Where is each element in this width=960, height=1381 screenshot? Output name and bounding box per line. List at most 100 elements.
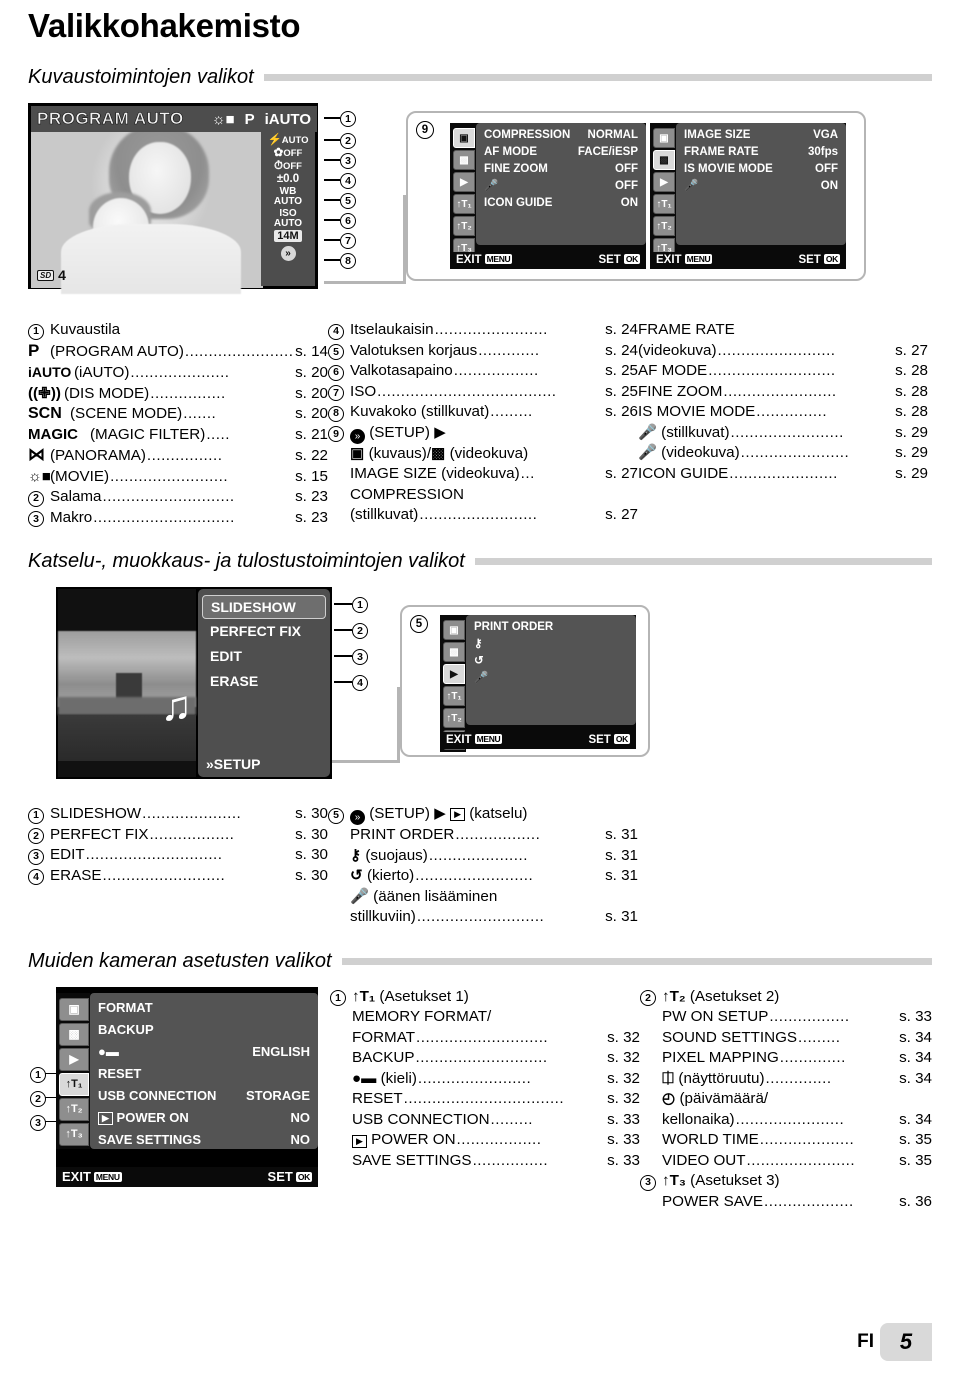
menu-row[interactable]: SAVE SETTINGS NO [98, 1129, 310, 1151]
tab-movie-camera[interactable]: ▩ [443, 642, 465, 663]
callout-5: 5 [340, 193, 356, 210]
list-item: FINE ZOOM........................ s. 28 [638, 382, 928, 400]
playback-icon: ▶ [352, 1135, 367, 1149]
menu-item-perfect-fix[interactable]: PERFECT FIX [198, 619, 330, 644]
tab-still-camera[interactable]: ▣ [443, 620, 465, 641]
list-item: 3 EDIT............................. s. 30 [28, 845, 328, 866]
list-item: ◴ (päivämäärä/ [662, 1090, 769, 1108]
still-camera-icon: ▣ [350, 444, 365, 462]
list-item: 3 Makro.............................. s. 2… [28, 508, 328, 529]
tab-movie-camera[interactable]: ▩ [59, 1022, 89, 1046]
mic-icon: 🎤 [350, 887, 369, 905]
macro-setting: ✿OFF [273, 147, 303, 160]
menu-row[interactable]: FRAME RATE 30fps [684, 144, 838, 161]
tab-playback[interactable]: ▶ [443, 664, 465, 685]
list-item: ☼■ (MOVIE)......................... s. 15 [28, 467, 328, 488]
list-item: WORLD TIME.................... s. 35 [662, 1131, 932, 1149]
menu-item-setup[interactable]: »SETUP [206, 756, 260, 772]
menu-row[interactable]: 🎤 ON [684, 178, 838, 195]
list-item: SCN (SCENE MODE)....... s. 20 [28, 405, 328, 423]
menu-row[interactable]: ↺ [474, 653, 628, 670]
menu-item-slideshow[interactable]: SLIDESHOW [202, 595, 326, 620]
menu-row[interactable]: COMPRESSION NORMAL [484, 127, 638, 144]
playback-icon: ▶ [98, 1111, 113, 1125]
tab-still-camera[interactable]: ▣ [453, 128, 475, 149]
tab-settings-3[interactable]: ↑T₃ [59, 1122, 89, 1146]
list-item: IS MOVIE MODE............... s. 28 [638, 403, 928, 421]
menu-row[interactable]: IMAGE SIZE VGA [684, 127, 838, 144]
tab-settings-1[interactable]: ↑T₁ [453, 194, 475, 215]
menu-footer-movie: EXIT MENU SET OK [650, 252, 846, 270]
tab-still-camera[interactable]: ▣ [653, 128, 675, 149]
list-item: ⚷ (suojaus)..................... s. 31 [328, 846, 638, 867]
tab-settings-2[interactable]: ↑T₂ [653, 216, 675, 237]
tab-settings-2[interactable]: ↑T₂ [443, 708, 465, 729]
lcd-preview-photo: SD 4 [31, 106, 263, 295]
tab-settings-2[interactable]: ↑T₂ [453, 216, 475, 237]
menu-item-edit[interactable]: EDIT [198, 644, 330, 669]
menu-screen-playback[interactable]: ▣ ▩ ▶ ↑T₁ ↑T₂ ↑T₃ PRINT ORDER ⚷ ↺ 🎤 EXIT… [440, 615, 636, 753]
mic-icon: 🎤 [484, 180, 499, 193]
menu-row[interactable]: IS MOVIE MODE OFF [684, 161, 838, 178]
tab-playback[interactable]: ▶ [453, 172, 475, 193]
menu-screen-camera[interactable]: ▣ ▩ ▶ ↑T₁ ↑T₂ ↑T₃ COMPRESSION NORMAL AF M… [450, 123, 646, 270]
list-item: 🎤 (äänen lisääminen [350, 887, 498, 905]
list-item: MAGIC (MAGIC FILTER)..... s. 21 [28, 425, 328, 443]
list-item: ICON GUIDE....................... s. 29 [638, 464, 928, 482]
menu-row[interactable]: USB CONNECTION STORAGE [98, 1085, 310, 1107]
tab-settings-2[interactable]: ↑T₂ [59, 1097, 89, 1121]
menu-row[interactable]: ▶ POWER ON NO [98, 1107, 310, 1129]
list-item: 2 PERFECT FIX.................. s. 30 [28, 825, 328, 846]
playback-menu-list[interactable]: SLIDESHOW PERFECT FIX EDIT ERASE »SETUP [198, 589, 330, 778]
sd-card-icon: SD [37, 269, 55, 281]
tab-movie-camera[interactable]: ▩ [453, 150, 475, 171]
list-item: ((✙)) (DIS MODE)................ s. 20 [28, 384, 328, 405]
list-item: 3 ↑T₃ (Asetukset 3) [640, 1171, 932, 1192]
menu-row[interactable]: ⚷ [474, 636, 628, 653]
menu-screen-setup[interactable]: ▣ ▩ ▶ ↑T₁ ↑T₂ ↑T₃ FORMAT BACKUP ●▬ ENGLIS… [56, 986, 318, 1187]
tab-playback[interactable]: ▶ [653, 172, 675, 193]
exit-hint: EXIT MENU [456, 254, 513, 267]
figure-setup-menus: 1 2 3 ▣ ▩ ▶ ↑T₁ ↑T₂ ↑T₃ FORMAT BACKUP ●▬… [28, 986, 932, 1210]
callout-1: 1 [30, 1066, 46, 1083]
menu-row[interactable]: RESET [98, 1063, 310, 1085]
menu-item-erase[interactable]: ERASE [198, 669, 330, 694]
dis-mode-icon: ((✙)) [28, 384, 61, 402]
tab-playback[interactable]: ▶ [59, 1047, 89, 1071]
menu-row[interactable]: 🎤 OFF [484, 178, 638, 195]
menu-row[interactable]: 🎤 [474, 670, 628, 687]
playback-callouts: 1 2 3 4 [334, 587, 370, 779]
tab-settings-1[interactable]: ↑T₁ [653, 194, 675, 215]
menu-row[interactable]: ICON GUIDE ON [484, 195, 638, 212]
camera-lcd-shooting: SD 4 PROGRAM AUTO ☼■ P iAUTO ⚡AUTO ✿OFF … [28, 103, 318, 295]
tab-movie-camera[interactable]: ▩ [653, 150, 675, 171]
menu-row[interactable]: PRINT ORDER [474, 619, 628, 636]
menu-rows-playback: PRINT ORDER ⚷ ↺ 🎤 [466, 615, 636, 726]
list-item: 1 ↑T₁ (Asetukset 1) [330, 987, 640, 1008]
exit-hint: EXIT MENU [446, 734, 503, 747]
music-note-icon: ♫ [160, 682, 193, 730]
list-item: 9» (SETUP) ▶ [328, 423, 638, 444]
menu-row[interactable]: BACKUP [98, 1019, 310, 1041]
list-item: COMPRESSION [350, 485, 464, 503]
callout-1: 1 [352, 597, 368, 614]
menu-row[interactable]: FORMAT [98, 997, 310, 1019]
tab-settings-1[interactable]: ↑T₁ [59, 1072, 89, 1096]
menu-row[interactable]: FINE ZOOM OFF [484, 161, 638, 178]
camera-lcd-playback: ♫ SLIDESHOW PERFECT FIX EDIT ERASE »SETU… [56, 587, 332, 780]
section-heading-setup: Muiden kameran asetusten valikot [28, 950, 932, 973]
menu-row[interactable]: ●▬ ENGLISH [98, 1041, 310, 1063]
callout-4: 4 [352, 675, 368, 692]
menu-row[interactable]: AF MODE FACE/iESP [484, 144, 638, 161]
list-item: FRAME RATE [638, 321, 735, 339]
setup-chevron-icon: » [350, 428, 365, 444]
list-item: RESET.................................. s… [352, 1090, 640, 1108]
menu-tabs-camera: ▣ ▩ ▶ ↑T₁ ↑T₂ ↑T₃ [450, 123, 476, 261]
tab-still-camera[interactable]: ▣ [59, 997, 89, 1021]
menu-screen-movie[interactable]: ▣ ▩ ▶ ↑T₁ ↑T₂ ↑T₃ IMAGE SIZE VGA FRAME RA… [650, 123, 846, 270]
list-item: PRINT ORDER.................. s. 31 [350, 826, 638, 844]
mode-p-label: P [244, 110, 255, 128]
tab-settings-1[interactable]: ↑T₁ [443, 686, 465, 707]
index-column-3 [638, 804, 928, 928]
list-item: POWER SAVE................... s. 36 [662, 1192, 932, 1210]
